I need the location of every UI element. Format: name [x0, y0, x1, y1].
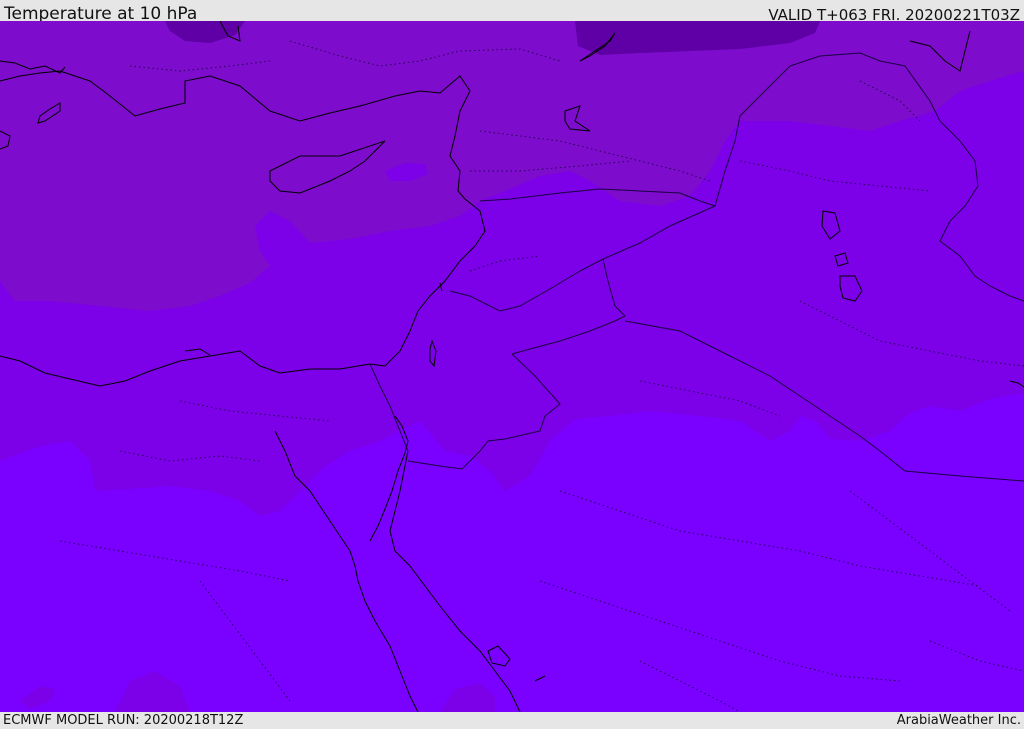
temperature-map[interactable] [0, 21, 1024, 712]
footer-bar: ECMWF MODEL RUN: 20200218T12Z ArabiaWeat… [0, 712, 1024, 729]
header-bar: Temperature at 10 hPa VALID T+063 FRI. 2… [0, 0, 1024, 24]
model-run-label: ECMWF MODEL RUN: 20200218T12Z [3, 713, 244, 728]
map-canvas [0, 21, 1024, 712]
credit-label: ArabiaWeather Inc. [896, 713, 1021, 728]
